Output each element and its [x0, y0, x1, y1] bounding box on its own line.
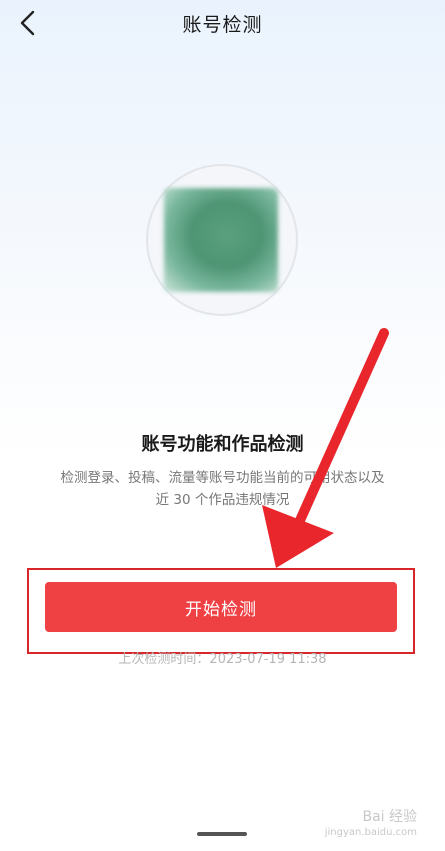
- watermark-sub: jingyan.baidu.com: [324, 827, 417, 838]
- watermark: Bai 经验 jingyan.baidu.com: [325, 809, 417, 841]
- feature-description-line: 近 30 个作品违规情况: [155, 492, 290, 508]
- home-indicator[interactable]: [197, 832, 247, 836]
- start-detection-button[interactable]: 开始检测: [45, 582, 397, 632]
- watermark-main: Bai 经验: [362, 809, 417, 825]
- feature-description-line: 检测登录、投稿、流量等账号功能当前的可用状态以及: [60, 470, 385, 486]
- avatar: [164, 188, 278, 292]
- feature-title: 账号功能和作品检测: [141, 434, 304, 455]
- header-bar: 账号检测: [0, 0, 445, 46]
- avatar-frame: [146, 164, 298, 316]
- last-check-time: 上次检测时间：2023-07-19 11:38: [118, 652, 327, 667]
- annotation-arrow: [262, 328, 389, 568]
- page-title: 账号检测: [182, 14, 263, 36]
- feature-description: 检测登录、投稿、流量等账号功能当前的可用状态以及 近 30 个作品违规情况: [40, 467, 405, 511]
